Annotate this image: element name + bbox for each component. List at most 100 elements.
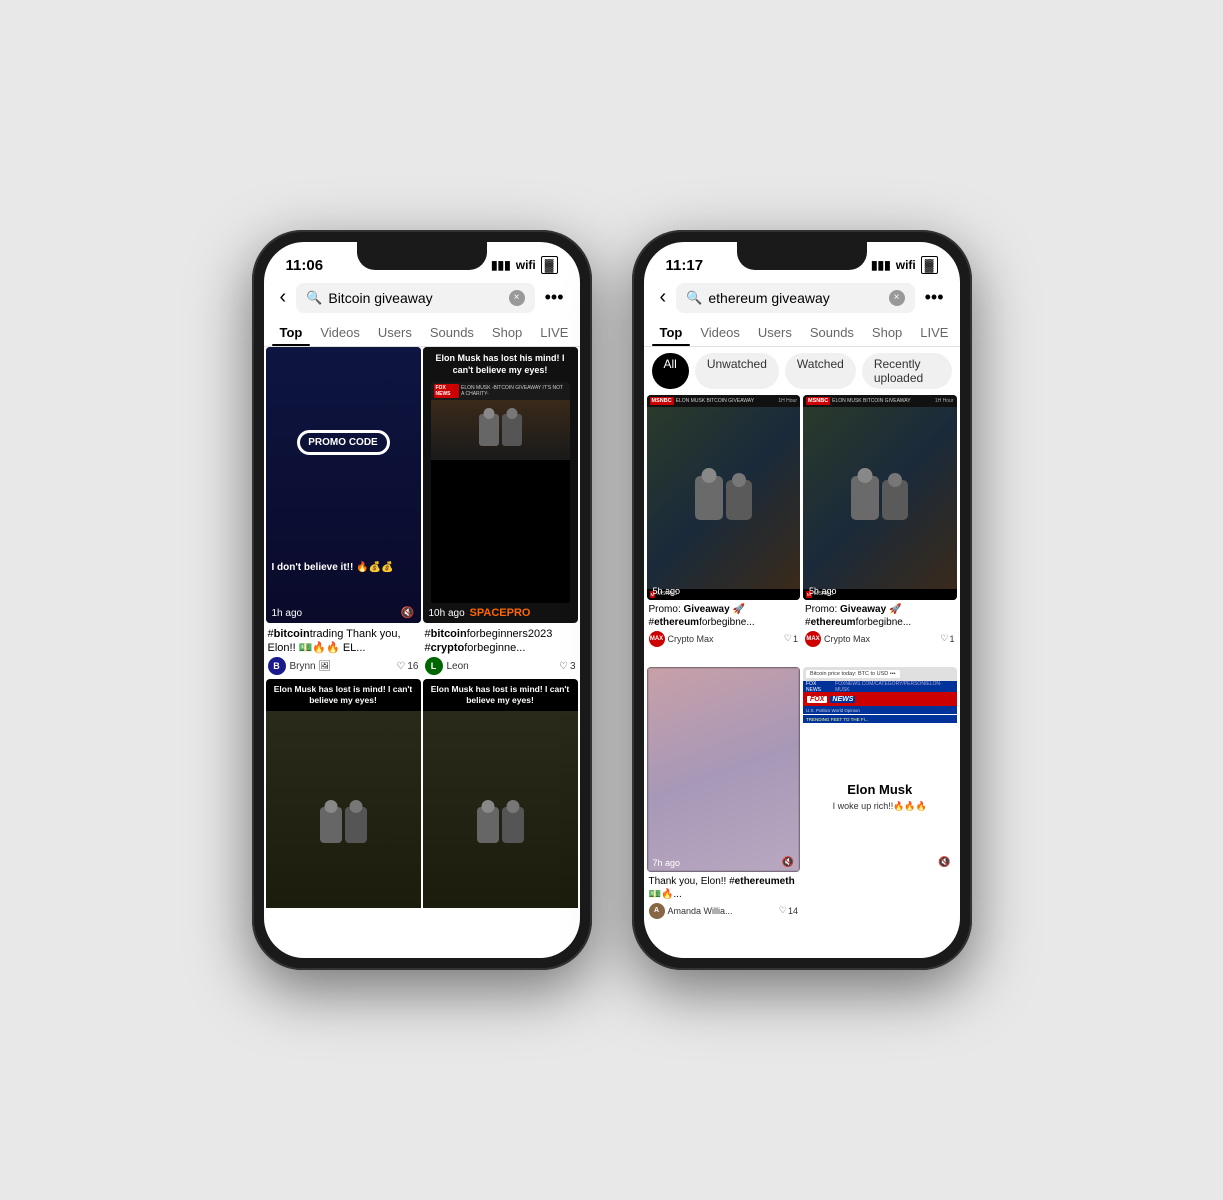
heart-icon-1-2: ♡ — [559, 661, 568, 672]
search-input-wrap-1[interactable]: 🔍 Bitcoin giveaway × — [296, 283, 534, 313]
video-meta-2-2: MAX Crypto Max ♡ 1 — [803, 629, 957, 649]
tab-videos-2[interactable]: Videos — [692, 317, 748, 346]
avatar-2-1: MAX — [649, 631, 665, 647]
video-time-1-1: 1h ago — [272, 608, 303, 619]
author-name-2-2: Crypto Max — [824, 634, 870, 644]
tab-sounds-1[interactable]: Sounds — [422, 317, 482, 346]
tab-shop-1[interactable]: Shop — [484, 317, 530, 346]
wifi-icon-2: wifi — [896, 258, 916, 272]
search-input-wrap-2[interactable]: 🔍 ethereum giveaway × — [676, 283, 914, 313]
heart-icon-2-3: ♡ — [779, 905, 787, 916]
caption-text-2-3: Thank you, Elon!! #ethereumeth 💵🔥... — [649, 875, 799, 901]
video-meta-2-3: A Amanda Willia... ♡ 14 — [647, 901, 801, 921]
video-card-2-2[interactable]: MSNBC ELON MUSK BITCOIN GIVEAWAY 1H Hour — [803, 395, 957, 664]
video-thumb-2-3: 7h ago 🔇 — [647, 667, 801, 872]
video-card-1-3[interactable]: Elon Musk has lost is mind! I can't beli… — [266, 679, 421, 908]
status-time-2: 11:17 — [666, 257, 704, 274]
sound-icon-1-1: 🔇 — [401, 606, 415, 619]
back-button-2[interactable]: ‹ — [656, 282, 671, 313]
signal-icon-1: ▮▮▮ — [491, 258, 511, 272]
search-query-2[interactable]: ethereum giveaway — [708, 290, 882, 306]
video-grid-1: PROMO CODE I don't believe it!! 🔥💰💰 1h a… — [264, 347, 580, 908]
video-thumb-1-3: Elon Musk has lost is mind! I can't beli… — [266, 679, 421, 908]
sound-icon-2-4: 🔇 — [938, 857, 950, 868]
video-time-2-3: 7h ago — [653, 858, 681, 868]
caption-text-2-1: Promo: Giveaway 🚀 #ethereumforbegibne... — [649, 603, 799, 629]
more-button-2[interactable]: ••• — [921, 283, 948, 312]
video-meta-2-1: MAX Crypto Max ♡ 1 — [647, 629, 801, 649]
video-thumb-2-4: Bitcoin price today: BTC to USD ••• FOX … — [803, 667, 957, 872]
like-count-2-2: ♡ 1 — [940, 633, 954, 644]
signal-icon-2: ▮▮▮ — [871, 258, 891, 272]
video-time-2-1: 5h ago — [653, 586, 681, 596]
search-bar-1: ‹ 🔍 Bitcoin giveaway × ••• — [264, 278, 580, 317]
filter-chips-2: All Unwatched Watched Recently uploaded — [644, 347, 960, 395]
battery-icon-2: ▓ — [921, 256, 938, 274]
video-card-2-1[interactable]: MSNBC ELON MUSK BITCOIN GIVEAWAY 1H Hour — [647, 395, 801, 664]
tab-top-2[interactable]: Top — [652, 317, 691, 346]
video-grid-2: MSNBC ELON MUSK BITCOIN GIVEAWAY 1H Hour — [644, 395, 960, 936]
search-icon-1: 🔍 — [306, 290, 322, 306]
caption-text-1-2: #bitcoinforbeginners2023 #cryptoforbegin… — [425, 627, 576, 656]
battery-icon-1: ▓ — [541, 256, 558, 274]
avatar-1-2: L — [425, 657, 443, 675]
video-card-1-1[interactable]: PROMO CODE I don't believe it!! 🔥💰💰 1h a… — [266, 347, 421, 677]
heart-icon-2-2: ♡ — [940, 633, 948, 644]
video-author-1-2: L Leon — [425, 657, 469, 675]
chip-recently-uploaded[interactable]: Recently uploaded — [862, 353, 952, 389]
like-count-2-1: ♡ 1 — [784, 633, 798, 644]
heart-icon-2-1: ♡ — [784, 633, 792, 644]
video-caption-2-3: Thank you, Elon!! #ethereumeth 💵🔥... — [647, 872, 801, 901]
more-button-1[interactable]: ••• — [541, 283, 568, 312]
tab-users-1[interactable]: Users — [370, 317, 420, 346]
video-thumb-1-1: PROMO CODE I don't believe it!! 🔥💰💰 1h a… — [266, 347, 421, 623]
author-name-2-3: Amanda Willia... — [668, 906, 733, 916]
chip-unwatched[interactable]: Unwatched — [695, 353, 779, 389]
clear-button-1[interactable]: × — [509, 290, 525, 306]
sound-icon-2-3: 🔇 — [782, 857, 794, 868]
heart-icon-1-1: ♡ — [396, 661, 405, 672]
video-meta-1-2: L Leon ♡ 3 — [423, 655, 578, 677]
like-count-1-2: ♡ 3 — [559, 661, 576, 672]
video-time-1-2: 10h ago — [429, 608, 465, 619]
video-time-2-2: 5h ago — [809, 586, 837, 596]
caption-text-2-2: Promo: Giveaway 🚀 #ethereumforbegibne... — [805, 603, 955, 629]
clear-button-2[interactable]: × — [889, 290, 905, 306]
phone-1: 11:06 ▮▮▮ wifi ▓ ‹ 🔍 Bitcoin giveaway × … — [252, 230, 592, 970]
video-caption-2-1: Promo: Giveaway 🚀 #ethereumforbegibne... — [647, 600, 801, 629]
video-caption-2-2: Promo: Giveaway 🚀 #ethereumforbegibne... — [803, 600, 957, 629]
tab-top-1[interactable]: Top — [272, 317, 311, 346]
video-caption-1-1: #bitcointrading Thank you, Elon!! 💵🔥🔥 EL… — [266, 623, 421, 656]
video-card-1-2[interactable]: Elon Musk has lost his mind! I can't bel… — [423, 347, 578, 677]
status-icons-2: ▮▮▮ wifi ▓ — [871, 256, 938, 274]
video-caption-1-2: #bitcoinforbeginners2023 #cryptoforbegin… — [423, 623, 578, 656]
wifi-icon-1: wifi — [516, 258, 536, 272]
nav-tabs-2: Top Videos Users Sounds Shop LIVE — [644, 317, 960, 347]
back-button-1[interactable]: ‹ — [276, 282, 291, 313]
tab-videos-1[interactable]: Videos — [312, 317, 368, 346]
tab-sounds-2[interactable]: Sounds — [802, 317, 862, 346]
video-thumb-1-2: Elon Musk has lost his mind! I can't bel… — [423, 347, 578, 623]
phone-screen-2: 11:17 ▮▮▮ wifi ▓ ‹ 🔍 ethereum giveaway ×… — [644, 242, 960, 958]
video-author-1-1: B Brynn 🖼 — [268, 657, 332, 675]
tab-shop-2[interactable]: Shop — [864, 317, 910, 346]
chip-watched[interactable]: Watched — [785, 353, 856, 389]
video-card-2-4[interactable]: Bitcoin price today: BTC to USD ••• FOX … — [803, 667, 957, 936]
like-count-1-1: ♡ 16 — [396, 661, 418, 672]
author-name-1-1: Brynn 🖼 — [290, 661, 332, 672]
chip-all[interactable]: All — [652, 353, 689, 389]
phone-notch-1 — [357, 242, 487, 270]
tab-live-1[interactable]: LIVE — [532, 317, 576, 346]
tab-users-2[interactable]: Users — [750, 317, 800, 346]
search-query-1[interactable]: Bitcoin giveaway — [328, 290, 502, 306]
video-card-1-4[interactable]: Elon Musk has lost is mind! I can't beli… — [423, 679, 578, 908]
author-name-2-1: Crypto Max — [668, 634, 714, 644]
author-name-1-2: Leon — [447, 661, 469, 672]
tab-live-2[interactable]: LIVE — [912, 317, 956, 346]
nav-tabs-1: Top Videos Users Sounds Shop LIVE — [264, 317, 580, 347]
video-card-2-3[interactable]: 7h ago 🔇 Thank you, Elon!! #ethereumeth … — [647, 667, 801, 936]
video-time-2-4: 7h ago — [809, 858, 837, 868]
phone-2: 11:17 ▮▮▮ wifi ▓ ‹ 🔍 ethereum giveaway ×… — [632, 230, 972, 970]
video-meta-1-1: B Brynn 🖼 ♡ 16 — [266, 655, 421, 677]
video-thumb-1-4: Elon Musk has lost is mind! I can't beli… — [423, 679, 578, 908]
